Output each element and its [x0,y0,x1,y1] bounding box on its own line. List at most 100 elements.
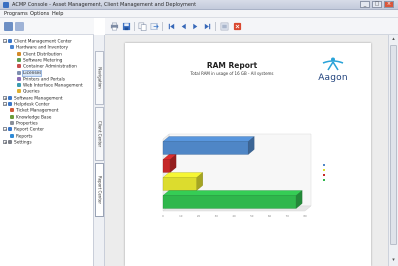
bar-top [162,172,204,178]
tree-item[interactable]: Software Metering [17,57,63,64]
copy-icon[interactable] [138,22,147,31]
x-tick-label: 70 [286,214,290,218]
web-icon [17,83,21,88]
x-tick-label: 0 [162,214,164,218]
minimize-button[interactable]: _ [360,1,370,8]
ram-bar-chart: 0 10 20 30 40 50 60 70 80 [162,133,312,218]
tree-item[interactable]: Properties [10,120,38,127]
zoom-icon[interactable] [220,22,229,31]
save-icon[interactable] [122,22,131,31]
tab-report-center[interactable]: Report Center [95,163,104,217]
legend-swatch [323,179,325,181]
x-tick-label: 80 [303,214,307,218]
close-report-icon[interactable] [233,22,242,31]
tree-item[interactable]: Licenses [17,70,43,77]
navigation-toolbar [0,18,94,35]
toolbar-separator [162,22,163,31]
container-icon [17,64,21,69]
bar-front [162,159,171,173]
bar-front [162,177,197,191]
x-tick-label: 60 [268,214,272,218]
x-tick-label: 50 [250,214,254,218]
tree-item-label: Knowledge Base [16,115,52,121]
chart-legend [323,163,363,183]
ticket-icon [10,108,14,113]
expand-icon[interactable]: + [3,139,7,144]
menu-bar: Programs Options Help [0,10,398,18]
book-icon [10,114,14,119]
tree-item[interactable]: − Helpdesk Center [3,102,50,108]
export-icon[interactable] [150,22,159,31]
vertical-scrollbar[interactable]: ▴ ▾ [388,35,398,266]
tree-item-label: Container Administration [23,64,77,70]
tree-item[interactable]: Knowledge Base [10,114,52,121]
tree-item-label: Reports [16,134,33,139]
collapse-icon[interactable]: − [3,127,7,132]
tree-item-label: Web Interface Management [23,83,83,89]
next-page-icon[interactable] [191,22,200,31]
tree-item[interactable]: − Report Center [3,127,44,133]
prev-page-icon[interactable] [179,22,188,31]
tree-item[interactable]: Reports [10,133,33,140]
tree-item-label: Settings [14,140,32,146]
group-icon[interactable] [15,22,24,31]
report-toolbar [105,18,398,35]
x-tick-label: 40 [232,214,236,218]
tree-item-label: Software Metering [23,58,63,64]
tree-item[interactable]: Ticket Management [10,108,58,114]
report-viewer[interactable]: RAM Report Total RAM in usage of 16 GB -… [105,35,388,266]
legend-entry [323,178,363,183]
tree-item[interactable]: + Software Management [3,95,63,102]
x-tick-label: 30 [215,214,219,218]
tab-report-center-label: Report Center [97,176,103,204]
expand-icon[interactable]: + [3,95,7,100]
tree-item[interactable]: − Client Management Center [3,39,72,45]
close-button[interactable]: × [384,1,394,8]
tree-item-label: Queries [23,89,40,95]
last-page-icon[interactable] [203,22,212,31]
first-page-icon[interactable] [167,22,176,31]
vertical-tab-strip: Navigation Client Center Report Center [94,35,105,266]
title-bar[interactable]: ACMP Console - Asset Management, Client … [0,0,398,10]
chart-icon [10,133,14,138]
scroll-thumb[interactable] [390,45,397,245]
tree-item[interactable]: Hardware and Inventory [10,45,68,51]
tree-item[interactable]: Client Distribution [17,51,62,58]
bar-top [162,190,303,196]
query-icon [17,89,21,94]
tab-navigation[interactable]: Navigation [95,51,104,105]
legend-swatch [323,164,325,166]
tree-view-icon[interactable] [4,22,13,31]
collapse-icon[interactable]: − [3,102,7,107]
application-window: ACMP Console - Asset Management, Client … [0,0,398,266]
x-tick-label: 20 [197,214,201,218]
tab-client-center[interactable]: Client Center [95,107,104,161]
software-icon [8,95,12,100]
license-icon [17,70,21,75]
tree-item[interactable]: Web Interface Management [17,83,83,89]
scroll-up-icon[interactable]: ▴ [390,36,397,43]
tree-item-label: Printers and Portals [23,77,65,83]
print-icon[interactable] [110,22,119,31]
maximize-button[interactable]: □ [372,1,382,8]
scroll-down-icon[interactable]: ▾ [390,257,397,264]
collapse-icon[interactable]: − [3,39,7,44]
menu-help[interactable]: Help [52,10,63,18]
tree-item[interactable]: Queries [17,89,40,95]
tree-item-label: Helpdesk Center [14,102,50,108]
tree-item[interactable]: + Settings [3,139,32,146]
menu-options[interactable]: Options [30,10,49,18]
legend-swatch [323,174,325,176]
tree-item[interactable]: Container Administration [17,64,77,70]
printer-icon [17,76,21,81]
tree-item[interactable]: Printers and Portals [17,76,65,83]
x-tick-label: 10 [179,214,183,218]
report-page: RAM Report Total RAM in usage of 16 GB -… [125,43,371,266]
tab-client-center-label: Client Center [97,120,103,148]
tree-item-label: Hardware and Inventory [16,45,69,51]
tree-item-label: Licenses [21,70,43,77]
helpdesk-icon [8,102,12,106]
report-icon [8,127,12,132]
menu-programs[interactable]: Programs [4,10,28,18]
bar-front [162,195,297,209]
